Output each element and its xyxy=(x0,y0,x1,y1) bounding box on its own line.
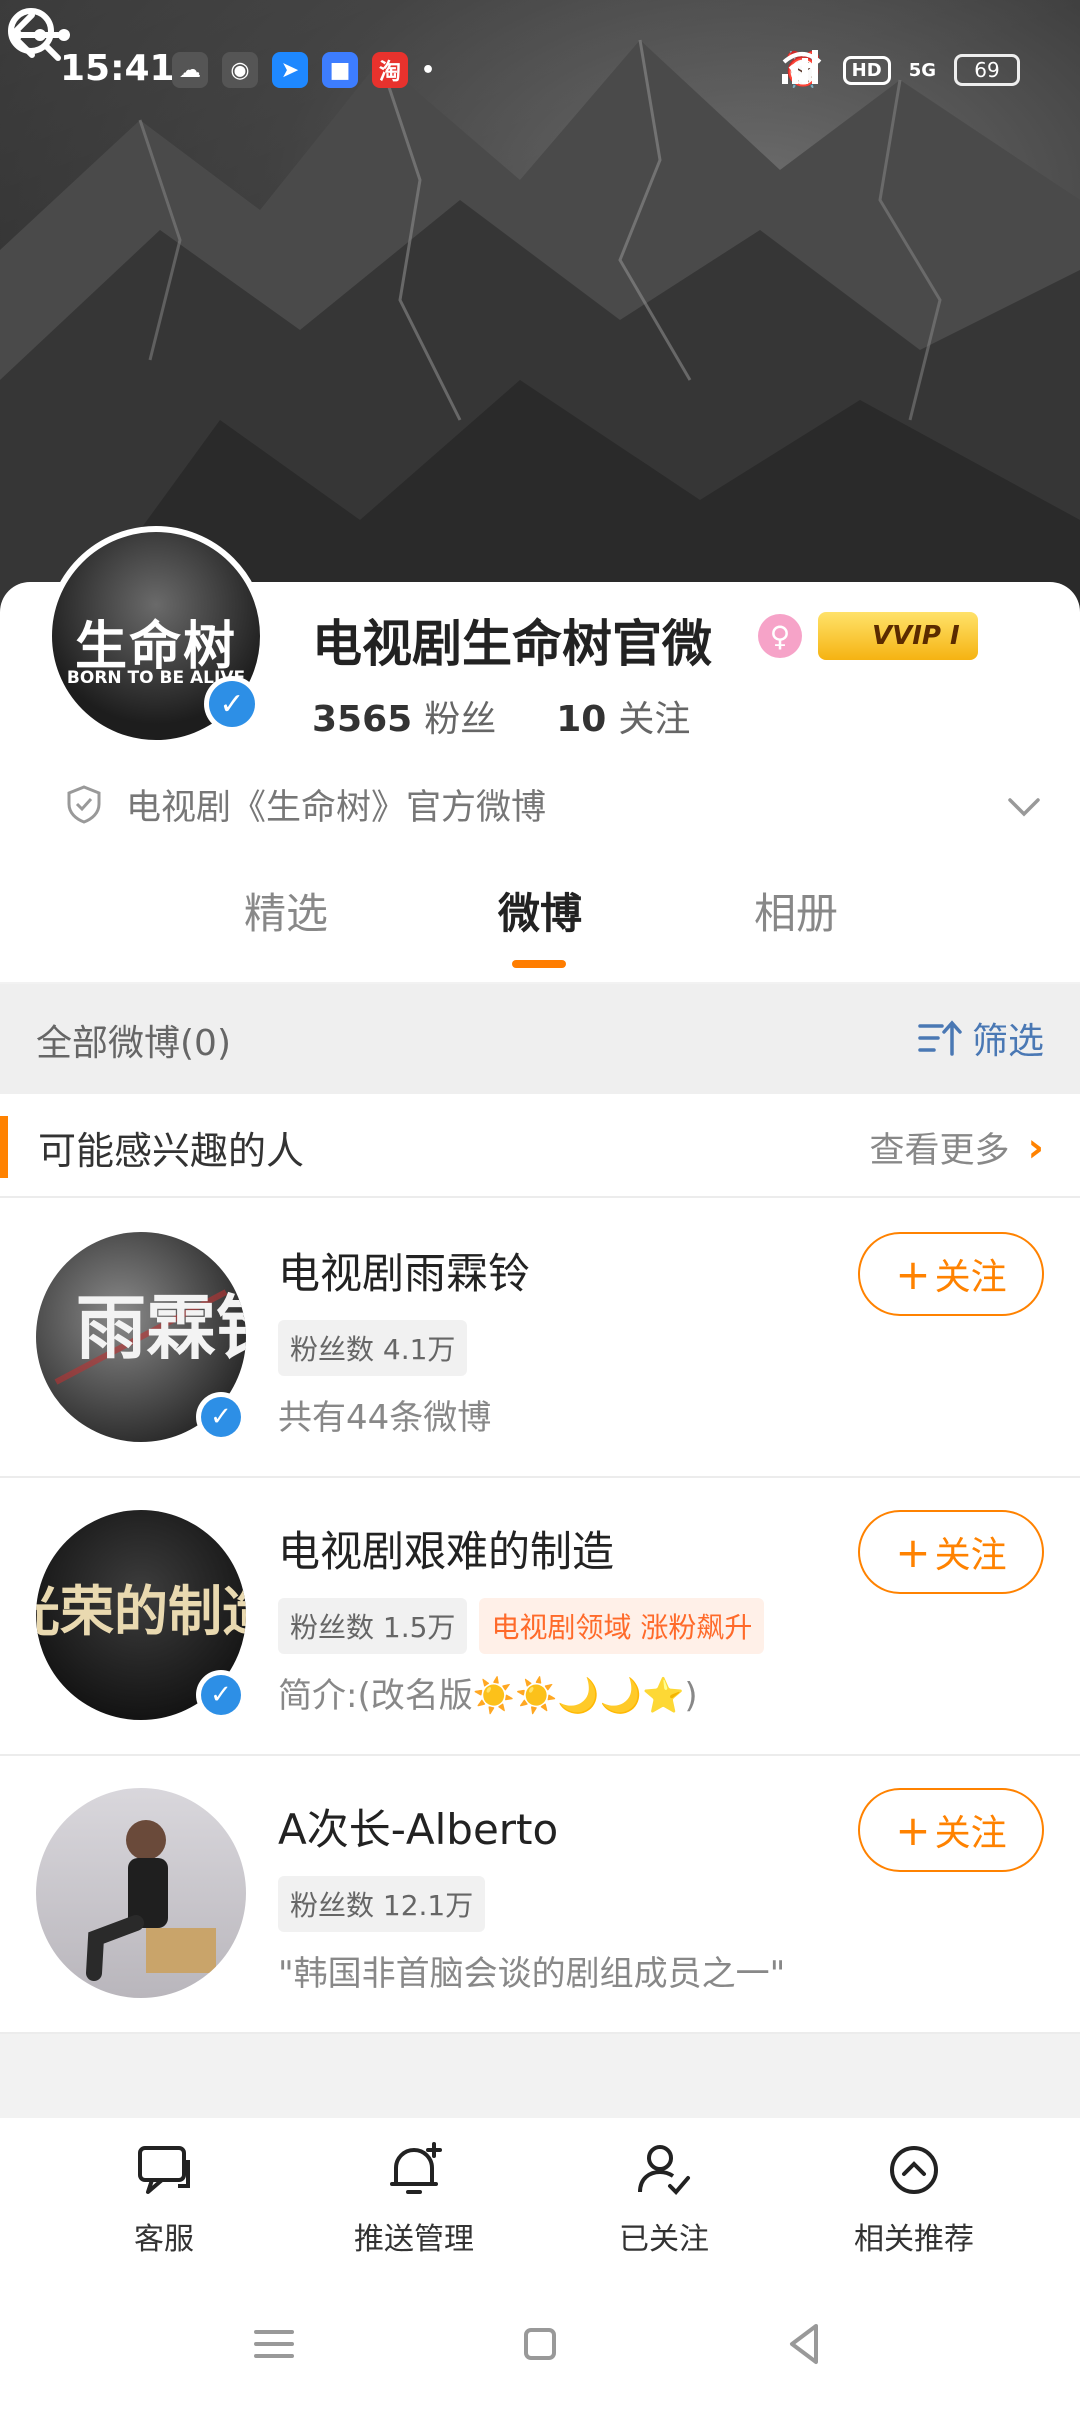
push-settings-button[interactable]: 推送管理 xyxy=(314,2140,514,2258)
person-tags: 粉丝数 12.1万 xyxy=(278,1876,486,1932)
follow-button[interactable]: + 关注 xyxy=(858,1788,1044,1872)
home-icon[interactable] xyxy=(510,2314,570,2374)
back-triangle-icon[interactable] xyxy=(776,2314,836,2374)
person-tags: 粉丝数 4.1万 xyxy=(278,1320,468,1376)
bottom-action-bar: 客服 推送管理 已关注 相关推荐 xyxy=(0,2118,1080,2278)
person-description: "韩国非首脑会谈的剧组成员之一" xyxy=(278,1954,786,1994)
verified-badge: ✓ xyxy=(196,1670,246,1720)
suggested-person-card[interactable]: A次长-Alberto 粉丝数 12.1万 "韩国非首脑会谈的剧组成员之一" +… xyxy=(0,1756,1080,2034)
section-accent-bar xyxy=(0,1116,8,1178)
followers-stat[interactable]: 3565 粉丝 xyxy=(312,690,496,742)
customer-service-button[interactable]: 客服 xyxy=(64,2140,264,2258)
customer-service-label: 客服 xyxy=(134,2222,194,2257)
menu-icon[interactable] xyxy=(244,2314,304,2374)
follow-label: 关注 xyxy=(934,1813,1007,1854)
chevron-down-icon[interactable] xyxy=(1004,786,1044,826)
verified-icon: ✓ xyxy=(209,681,255,727)
verified-badge: ✓ xyxy=(196,1392,246,1442)
followed-label: 已关注 xyxy=(619,2222,709,2257)
verified-icon: ✓ xyxy=(201,1675,241,1715)
suggested-header: 可能感兴趣的人 查看更多 › xyxy=(0,1094,1080,1198)
system-navigation-bar xyxy=(0,2278,1080,2412)
plus-icon: + xyxy=(895,1249,931,1299)
person-name[interactable]: A次长-Alberto xyxy=(278,1796,558,1857)
following-stat[interactable]: 10 关注 xyxy=(556,690,690,742)
filter-button[interactable]: 筛选 xyxy=(918,1012,1044,1064)
verified-badge: ✓ xyxy=(204,676,260,732)
more-notifications-dot: • xyxy=(420,57,436,83)
taobao-icon: 淘 xyxy=(372,52,408,88)
suggested-title: 可能感兴趣的人 xyxy=(38,1129,305,1173)
signal-icon xyxy=(782,50,819,84)
followers-tag: 粉丝数 4.1万 xyxy=(278,1320,468,1376)
followers-label: 粉丝 xyxy=(424,699,497,740)
shield-icon xyxy=(67,785,101,824)
bell-icon xyxy=(390,2142,442,2194)
see-more-link[interactable]: 查看更多 › xyxy=(870,1122,1045,1173)
person-photo xyxy=(86,1820,216,1981)
followers-tag: 粉丝数 1.5万 xyxy=(278,1598,468,1654)
hd-badge: HD xyxy=(842,55,891,85)
person-tags: 粉丝数 1.5万 电视剧领域 涨粉飙升 xyxy=(278,1598,765,1654)
followers-count: 3565 xyxy=(312,699,413,740)
followed-button[interactable]: 已关注 xyxy=(564,2140,764,2258)
weibo-icon: ◉ xyxy=(222,52,258,88)
suggested-person-card[interactable]: 光荣的制造 ✓ 电视剧艰难的制造 粉丝数 1.5万 电视剧领域 涨粉飙升 简介:… xyxy=(0,1478,1080,1756)
related-recommend-button[interactable]: 相关推荐 xyxy=(814,2140,1014,2258)
user-check-icon xyxy=(638,2145,690,2195)
person-name[interactable]: 电视剧艰难的制造 xyxy=(278,1518,614,1579)
chat-icon xyxy=(138,2146,190,2194)
dingtalk-icon: ➤ xyxy=(272,52,308,88)
filter-icon xyxy=(918,1020,962,1056)
tab-active-indicator xyxy=(512,960,566,968)
follow-label: 关注 xyxy=(934,1535,1007,1576)
avatar-text: 雨霖铃 xyxy=(76,1286,246,1369)
profile-description: 电视剧《生命树》官方微博 xyxy=(126,787,547,828)
plus-icon: + xyxy=(895,1805,931,1855)
tab-featured[interactable]: 精选 xyxy=(244,880,328,941)
related-recommend-label: 相关推荐 xyxy=(854,2222,974,2257)
tab-album[interactable]: 相册 xyxy=(754,880,838,941)
battery-indicator: 69 xyxy=(954,54,1020,86)
filter-bar: 全部微博(0) 筛选 xyxy=(0,984,1080,1094)
avatar-text: 光荣的制造 xyxy=(36,1580,246,1643)
person-name[interactable]: 电视剧雨霖铃 xyxy=(278,1240,530,1301)
app-blue-icon: ■ xyxy=(322,52,358,88)
all-posts-label[interactable]: 全部微博(0) xyxy=(36,1014,231,1066)
profile-name: 电视剧生命树官微 xyxy=(312,615,712,673)
following-count: 10 xyxy=(556,699,607,740)
follow-label: 关注 xyxy=(934,1257,1007,1298)
verified-icon: ✓ xyxy=(201,1397,241,1437)
plus-icon: + xyxy=(895,1527,931,1577)
follow-button[interactable]: + 关注 xyxy=(858,1510,1044,1594)
trending-tag: 电视剧领域 涨粉飙升 xyxy=(479,1598,765,1654)
system-status: ⏰ HD 5G 69 xyxy=(782,50,1020,90)
vvip-badge[interactable]: VVIP Ⅰ xyxy=(818,612,978,660)
profile-tabs: 精选 微博 相册 xyxy=(0,880,1080,980)
push-settings-label: 推送管理 xyxy=(354,2222,474,2257)
notification-icons: ☁ ◉ ➤ ■ 淘 • xyxy=(172,52,436,88)
person-description: 共有44条微博 xyxy=(278,1398,492,1438)
follow-button[interactable]: + 关注 xyxy=(858,1232,1044,1316)
more-options-icon[interactable] xyxy=(0,0,80,70)
see-more-label: 查看更多 xyxy=(869,1131,1010,1171)
following-label: 关注 xyxy=(618,699,691,740)
profile-stats: 3565 粉丝 10 关注 xyxy=(312,690,690,742)
wechat-icon: ☁ xyxy=(172,52,208,88)
filter-label: 筛选 xyxy=(971,1021,1044,1062)
person-avatar[interactable] xyxy=(36,1788,246,1998)
status-bar: 15:41 ☁ ◉ ➤ ■ 淘 • ⏰ HD 5G 69 xyxy=(0,40,1080,102)
person-description: 简介:(改名版☀️☀️🌙🌙⭐) xyxy=(278,1676,698,1716)
female-icon: ♀ xyxy=(758,614,802,658)
chevron-up-circle-icon xyxy=(890,2146,938,2194)
tab-weibo[interactable]: 微博 xyxy=(498,880,582,941)
chevron-right-icon: › xyxy=(1027,1124,1044,1171)
profile-description-row[interactable]: 电视剧《生命树》官方微博 xyxy=(64,776,1044,832)
network-label: 5G xyxy=(908,59,936,81)
followers-tag: 粉丝数 12.1万 xyxy=(278,1876,486,1932)
suggested-person-card[interactable]: 雨霖铃 ✓ 电视剧雨霖铃 粉丝数 4.1万 共有44条微博 +关注 xyxy=(0,1200,1080,1478)
suggested-people-section: 可能感兴趣的人 查看更多 › 雨霖铃 ✓ 电视剧雨霖铃 粉丝数 4.1万 共有4… xyxy=(0,1094,1080,2034)
